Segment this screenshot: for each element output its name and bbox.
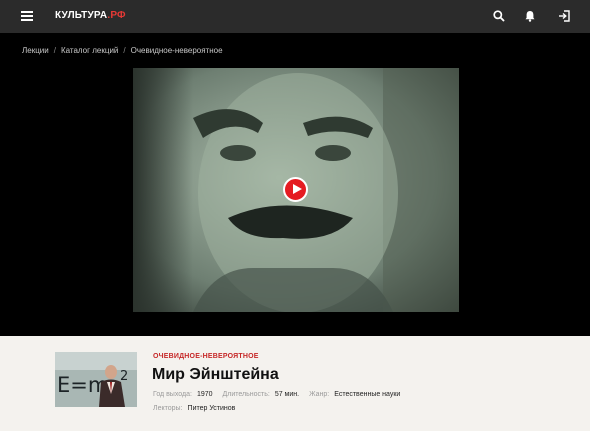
breadcrumb-item-series[interactable]: Очевидное-невероятное (131, 46, 223, 55)
duration-value: 57 мин. (274, 391, 300, 398)
lecture-thumbnail[interactable]: E=m 2 (55, 352, 137, 407)
login-icon[interactable] (557, 9, 571, 23)
site-logo[interactable]: КУЛЬТУРА.РФ (55, 10, 126, 21)
year-label: Год выхода: (153, 391, 192, 398)
breadcrumb-item-lectures[interactable]: Лекции (22, 46, 49, 55)
menu-icon[interactable] (21, 11, 33, 21)
lecturers-label: Лекторы: (153, 405, 183, 412)
year-value: 1970 (196, 391, 213, 398)
lecture-info-panel: E=m 2 ОЧЕВИДНОЕ-НЕВЕРОЯТНОЕ Мир Эйнштейн… (0, 336, 590, 431)
lecture-meta: Год выхода: 1970 Длительность: 57 мин. Жанр:… (153, 391, 410, 398)
top-navigation-bar: КУЛЬТУРА.РФ (0, 0, 590, 33)
breadcrumb-separator: / (123, 46, 126, 55)
lecturer-name[interactable]: Питер Устинов (188, 405, 236, 412)
search-icon[interactable] (492, 9, 506, 23)
lecture-lecturers: Лекторы: Питер Устинов (153, 405, 235, 412)
bell-icon[interactable] (523, 9, 537, 23)
breadcrumb: Лекции / Каталог лекций / Очевидное-невероят… (22, 46, 223, 55)
breadcrumb-item-catalog[interactable]: Каталог лекций (61, 46, 118, 55)
lecture-title: Мир Эйнштейна (152, 366, 279, 383)
genre-value[interactable]: Естественные науки (334, 391, 400, 398)
breadcrumb-separator: / (53, 46, 56, 55)
genre-label: Жанр: (309, 391, 330, 398)
duration-label: Длительность: (222, 391, 270, 398)
lecture-category[interactable]: ОЧЕВИДНОЕ-НЕВЕРОЯТНОЕ (153, 353, 259, 360)
play-icon[interactable] (283, 177, 308, 202)
thumb-formula-exponent: 2 (120, 369, 128, 384)
